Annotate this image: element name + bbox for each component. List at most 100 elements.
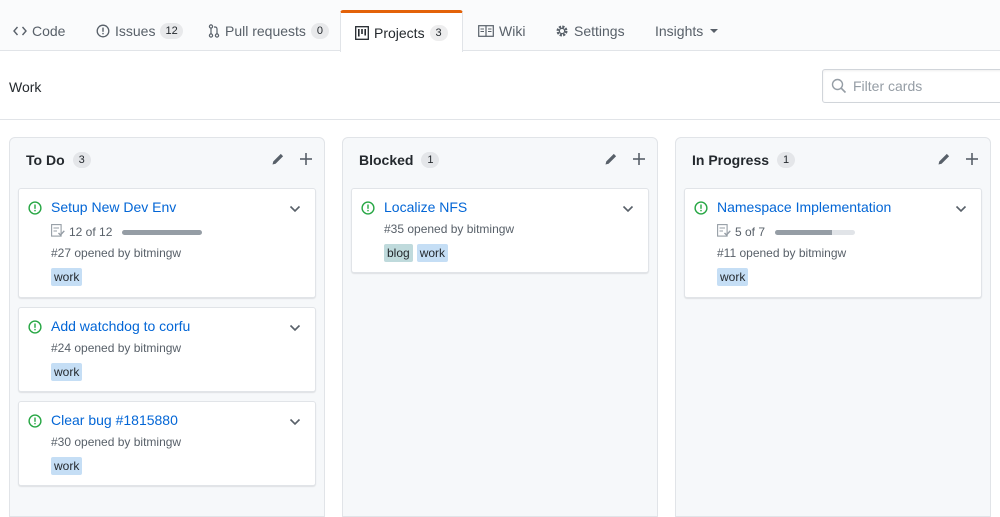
open-issue-icon	[28, 201, 42, 220]
column-title: Blocked	[359, 152, 414, 168]
column-card-count: 1	[421, 152, 440, 168]
open-issue-icon	[28, 414, 42, 433]
repo-nav-tabs: Code Issues 12 Pull requests 0 Projects …	[0, 0, 1000, 52]
chevron-down-icon[interactable]	[289, 413, 301, 431]
label-work[interactable]: work	[51, 457, 83, 475]
plus-icon[interactable]	[298, 151, 314, 167]
tab-issues[interactable]: Issues 12	[94, 10, 185, 51]
plus-icon[interactable]	[631, 151, 647, 167]
chevron-down-icon	[710, 28, 719, 33]
project-board: To Do 3 Setup New Dev Env 12 of 12 #27 o…	[0, 121, 1000, 517]
issue-meta: #35 opened by bitmingw	[384, 222, 515, 236]
column-title-wrap: In Progress 1	[692, 152, 796, 168]
column-title-wrap: Blocked 1	[359, 152, 440, 168]
tab-wiki[interactable]: Wiki	[476, 10, 527, 51]
tab-settings[interactable]: Settings	[553, 10, 627, 51]
issue-meta: #24 opened by bitmingw	[51, 341, 182, 355]
issue-icon	[96, 24, 110, 38]
checklist-icon	[717, 224, 731, 240]
chevron-down-icon[interactable]	[289, 319, 301, 337]
project-header: Work	[0, 52, 1000, 120]
issue-labels: work	[51, 363, 83, 381]
task-count: 5 of 7	[735, 225, 766, 239]
issue-card[interactable]: Localize NFS #35 opened by bitmingw blog…	[351, 188, 649, 273]
open-issue-icon	[694, 201, 708, 220]
book-icon	[478, 24, 494, 37]
task-progress-fill	[122, 229, 203, 235]
column-in-progress: In Progress 1 Namespace Implementation 5…	[675, 137, 991, 517]
column-blocked: Blocked 1 Localize NFS #35 opened by bit…	[342, 137, 658, 517]
gear-icon	[555, 24, 569, 38]
label-work[interactable]: work	[717, 268, 749, 286]
chevron-down-icon[interactable]	[622, 200, 634, 218]
issue-card[interactable]: Add watchdog to corfu #24 opened by bitm…	[18, 307, 316, 392]
task-progress-bar	[775, 229, 856, 235]
column-card-count: 1	[777, 152, 796, 168]
pencil-icon[interactable]	[936, 151, 952, 167]
column-card-count: 3	[72, 152, 91, 168]
task-progress-fill	[775, 229, 833, 235]
issues-counter: 12	[160, 22, 183, 39]
tab-projects[interactable]: Projects 3	[340, 10, 463, 52]
task-progress: 5 of 7	[717, 224, 856, 240]
task-progress-bar	[122, 229, 203, 235]
projects-counter: 3	[429, 24, 448, 41]
tab-label: Settings	[574, 22, 625, 39]
issue-title-link[interactable]: Localize NFS	[384, 199, 467, 215]
chevron-down-icon[interactable]	[289, 200, 301, 218]
chevron-down-icon[interactable]	[955, 200, 967, 218]
tab-label: Issues	[115, 22, 156, 39]
code-icon	[13, 25, 27, 37]
column-to-do: To Do 3 Setup New Dev Env 12 of 12 #27 o…	[9, 137, 325, 517]
column-actions	[270, 151, 314, 167]
label-work[interactable]: work	[51, 268, 83, 286]
issue-labels: work	[717, 268, 749, 286]
project-icon	[355, 25, 369, 40]
issue-card[interactable]: Clear bug #1815880 #30 opened by bitming…	[18, 401, 316, 486]
tab-insights[interactable]: Insights	[653, 10, 720, 51]
tab-pull-requests[interactable]: Pull requests 0	[206, 10, 331, 51]
tab-label: Code	[32, 22, 66, 39]
column-header: In Progress 1	[676, 138, 990, 180]
plus-icon[interactable]	[964, 151, 980, 167]
pull-requests-counter: 0	[310, 22, 329, 39]
filter-cards-box[interactable]	[822, 69, 1000, 103]
issue-title-link[interactable]: Setup New Dev Env	[51, 199, 176, 215]
issue-card[interactable]: Namespace Implementation 5 of 7 #11 open…	[684, 188, 982, 298]
tab-label: Wiki	[499, 22, 526, 39]
tab-code[interactable]: Code	[11, 10, 67, 51]
project-title: Work	[9, 79, 42, 95]
search-icon	[831, 78, 847, 99]
tab-label: Pull requests	[225, 22, 306, 39]
label-work[interactable]: work	[51, 363, 83, 381]
issue-meta: #30 opened by bitmingw	[51, 435, 182, 449]
column-title: To Do	[26, 152, 65, 168]
task-count: 12 of 12	[69, 225, 113, 239]
issue-title-link[interactable]: Add watchdog to corfu	[51, 318, 190, 334]
tab-label: Projects	[374, 24, 425, 41]
issue-card[interactable]: Setup New Dev Env 12 of 12 #27 opened by…	[18, 188, 316, 298]
pencil-icon[interactable]	[603, 151, 619, 167]
column-header: To Do 3	[10, 138, 324, 180]
tab-label: Insights	[655, 22, 704, 39]
column-title: In Progress	[692, 152, 770, 168]
column-actions	[603, 151, 647, 167]
issue-title-link[interactable]: Clear bug #1815880	[51, 412, 178, 428]
issue-labels: work	[51, 457, 83, 475]
pencil-icon[interactable]	[270, 151, 286, 167]
issue-meta: #11 opened by bitmingw	[717, 246, 847, 260]
filter-cards-input[interactable]	[853, 76, 1000, 96]
issue-meta: #27 opened by bitmingw	[51, 246, 182, 260]
label-work[interactable]: work	[416, 244, 449, 262]
open-issue-icon	[28, 320, 42, 339]
pull-request-icon	[208, 23, 220, 38]
open-issue-icon	[361, 201, 375, 220]
issue-labels: blog work	[384, 244, 449, 262]
checklist-icon	[51, 224, 65, 240]
task-progress: 12 of 12	[51, 224, 203, 240]
label-blog[interactable]: blog	[384, 244, 413, 262]
issue-title-link[interactable]: Namespace Implementation	[717, 199, 891, 215]
column-actions	[936, 151, 980, 167]
column-header: Blocked 1	[343, 138, 657, 180]
issue-labels: work	[51, 268, 83, 286]
